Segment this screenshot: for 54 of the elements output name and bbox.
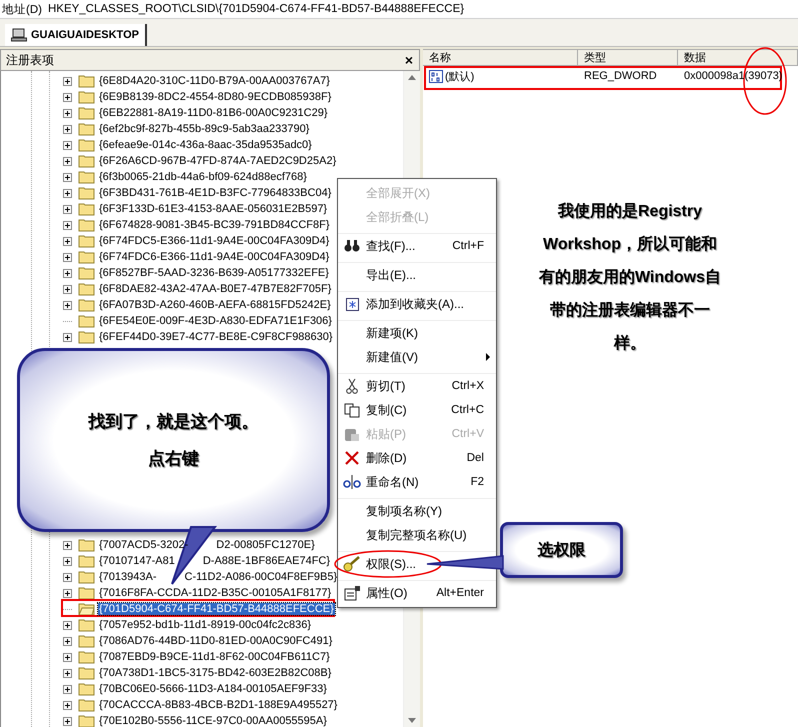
computer-tab[interactable]: GUAIGUAIDESKTOP: [5, 24, 147, 46]
column-header[interactable]: 名称: [423, 49, 578, 66]
menu-item[interactable]: 属性(O) Alt+Enter: [338, 580, 496, 605]
tree-item[interactable]: {6F8DAE82-43A2-47AA-B0E7-47B7E82F705F}: [98, 283, 332, 295]
tree-item[interactable]: {6F674828-9081-3B45-BC39-791BD84CCF8F}: [98, 219, 331, 231]
tree-item[interactable]: {7016F8FA-CCDA-11D2-B35C-00105A1F8177}: [98, 587, 332, 599]
tree-item[interactable]: {6F74FDC6-E366-11d1-9A4E-00C04FA309D4}: [98, 251, 330, 263]
tree-item[interactable]: {70CACCCA-8B83-4BCB-B2D1-188E9A495527}: [98, 699, 338, 711]
tree-item[interactable]: {6efeae9e-014c-436a-8aac-35da9535adc0}: [98, 139, 313, 151]
menu-item[interactable]: 复制(C) Ctrl+C: [338, 398, 496, 422]
menu-item[interactable]: 新建项(K): [338, 320, 496, 345]
menu-item[interactable]: 剪切(T) Ctrl+X: [338, 373, 496, 398]
menu-item[interactable]: 查找(F)... Ctrl+F: [338, 233, 496, 258]
callout-text: 选权限: [538, 540, 586, 560]
tree-item[interactable]: {70A738D1-1BC5-3175-BD42-603E2B82C08B}: [98, 667, 332, 679]
tree-item[interactable]: {70BC06E0-5666-11D3-A184-00105AEF9F33}: [98, 683, 328, 695]
tree-item[interactable]: {70E102B0-5556-11CE-97C0-00AA0055595A}: [98, 715, 328, 727]
tree-item[interactable]: {6F8527BF-5AAD-3236-B639-A05177332EFE}: [98, 267, 330, 279]
tree-item[interactable]: {6EB22881-8A19-11D0-81B6-00A0C9231C29}: [98, 107, 329, 119]
column-header[interactable]: 数据: [678, 49, 798, 66]
address-field[interactable]: HKEY_CLASSES_ROOT\CLSID\{701D5904-C674-FF41-BD57-B44888EFECCE}: [48, 3, 464, 15]
menu-item[interactable]: 新建值(V): [338, 345, 496, 369]
tree-item[interactable]: {6E9B8139-8DC2-4554-8D80-9ECDB085938F}: [98, 91, 332, 103]
tree-item[interactable]: {70107147-A81 D-A88E-1BF86EAE74FC}: [98, 555, 332, 567]
note-text: 我使用的是Registry Workshop，所以可能和有的朋友用的Windows自带的注册表编辑器不一样。: [538, 202, 722, 354]
menu-item[interactable]: 添加到收藏夹(A)...: [338, 291, 496, 316]
callout-text: 点右键: [148, 448, 199, 470]
column-header[interactable]: 类型: [578, 49, 678, 66]
tree-item[interactable]: {6F74FDC5-E366-11d1-9A4E-00C04FA309D4}: [98, 235, 330, 247]
tree-item[interactable]: {7013943A- C-11D2-A086-00C04F8EF9B5}: [98, 571, 338, 583]
tree-item[interactable]: {6FE54E0E-009F-4E3D-A830-EDFA71E1F306}: [98, 315, 333, 327]
tree-item[interactable]: {6f3b0065-21db-44a6-bf09-624d88ecf768}: [98, 171, 308, 183]
menu-item[interactable]: 复制项名称(Y): [338, 498, 496, 523]
tree-item[interactable]: {6ef2bc9f-827b-455b-89c9-5ab3aa233790}: [98, 123, 310, 135]
address-label: 地址(D): [2, 2, 42, 16]
tree-item[interactable]: {7057e952-bd1b-11d1-8919-00c04fc2c836}: [98, 619, 312, 631]
tree-item[interactable]: {6FEF44D0-39E7-4C77-BE8E-C9F8CF988630}: [98, 331, 334, 343]
menu-item[interactable]: 导出(E)...: [338, 262, 496, 287]
tree-item[interactable]: {6F26A6CD-967B-47FD-874A-7AED2C9D25A2}: [98, 155, 338, 167]
value-type: REG_DWORD: [584, 70, 657, 82]
value-name: (默认): [445, 70, 474, 84]
tree-item[interactable]: {6F3BD431-761B-4E1D-B3FC-77964833BC04}: [98, 187, 332, 199]
tree-item[interactable]: {7087EBD9-B9CE-11d1-8F62-00C04FB611C7}: [98, 651, 331, 663]
tree-item[interactable]: {6F3F133D-61E3-4153-8AAE-056031E2B597}: [98, 203, 328, 215]
close-button[interactable]: ×: [404, 52, 413, 68]
menu-item[interactable]: 复制完整项名称(U): [338, 523, 496, 547]
pane-title: 注册表项: [6, 52, 54, 68]
menu-item[interactable]: 删除(D) Del: [338, 446, 496, 470]
tree-item[interactable]: {6E8D4A20-310C-11D0-B79A-00AA003767A7}: [98, 75, 331, 87]
callout-text: 找到了，就是这个项。: [88, 411, 258, 433]
tree-item[interactable]: {6FA07B3D-A260-460B-AEFA-68815FD5242E}: [98, 299, 332, 311]
tree-item[interactable]: {701D5904-C674-FF41-BD57-B44888EFECCE}: [98, 603, 335, 615]
tree-item[interactable]: {7086AD76-44BD-11D0-81ED-00A0C90FC491}: [98, 635, 334, 647]
menu-item[interactable]: 重命名(N) F2: [338, 470, 496, 494]
